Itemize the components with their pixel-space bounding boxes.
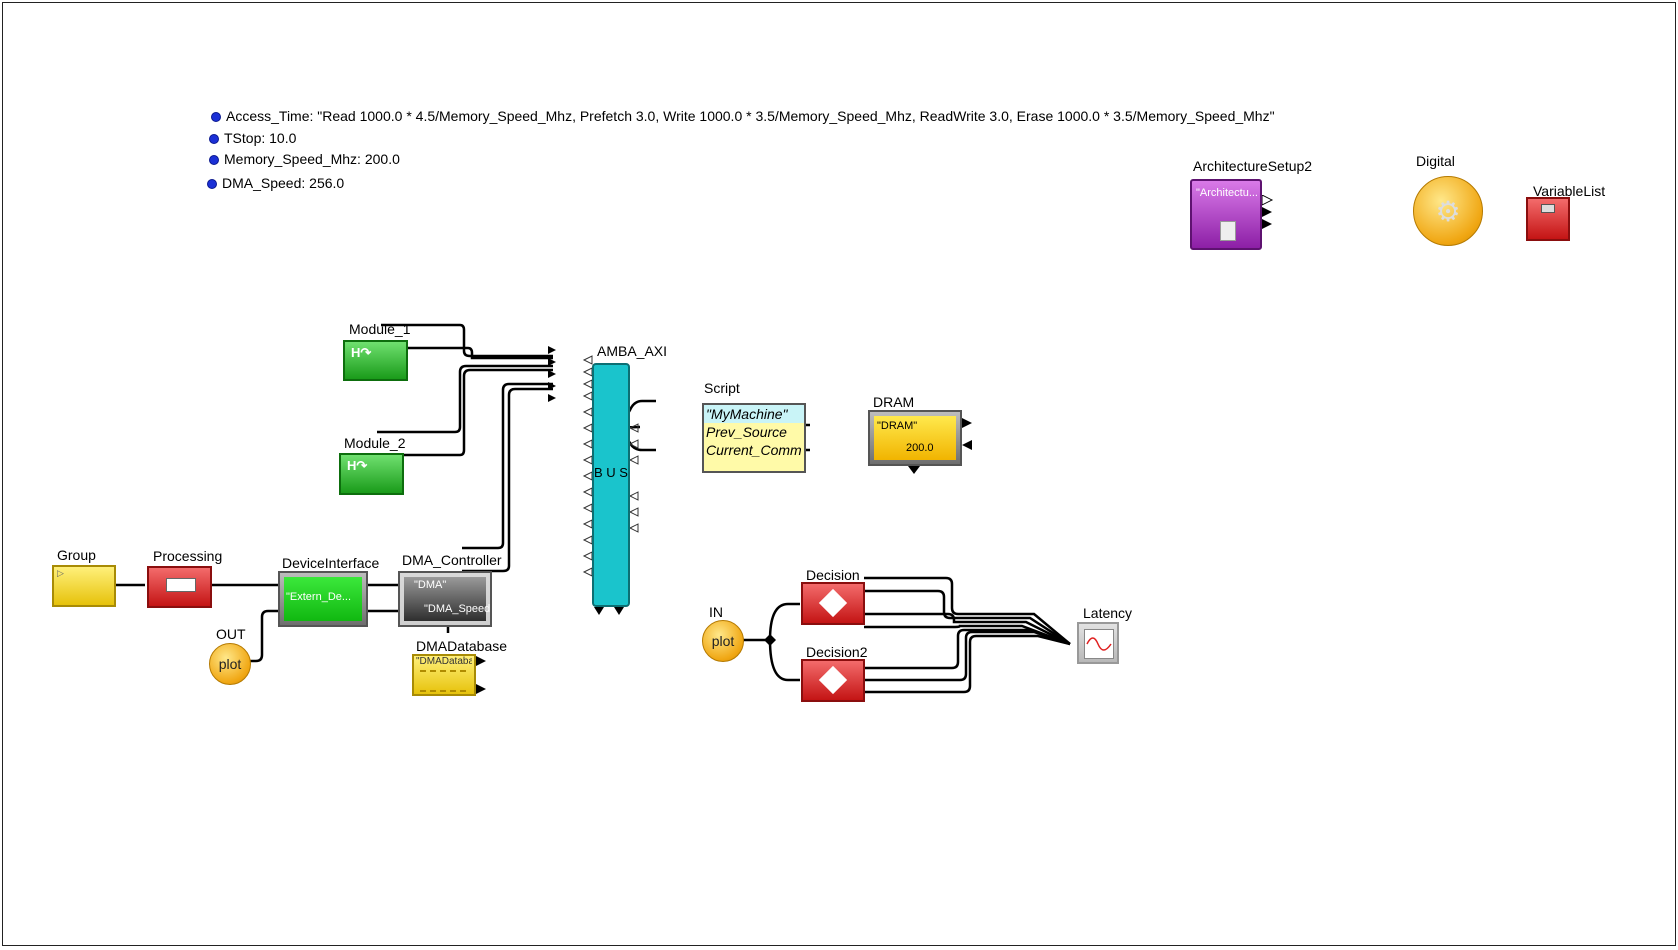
amba-axi-bus[interactable]: B U S <box>592 363 630 607</box>
decision-block[interactable] <box>801 582 865 625</box>
script-line-2: Current_Comm <box>706 442 802 458</box>
decision-title: Decision <box>806 567 860 583</box>
diagram-canvas[interactable]: Access_Time: "Read 1000.0 * 4.5/Memory_S… <box>0 0 1678 950</box>
module-1-icon: H↷ <box>351 345 372 360</box>
module-2-icon: H↷ <box>347 458 368 473</box>
dram-right-ports <box>962 418 972 450</box>
out-title: OUT <box>216 626 246 642</box>
module-1-title: Module_1 <box>349 321 411 337</box>
dram-title: DRAM <box>873 394 915 410</box>
decision2-diamond-icon <box>818 665 848 695</box>
dram-inner: "DRAM" 200.0 <box>874 416 956 460</box>
bus-bottom-ports <box>594 607 624 615</box>
in-plot-block[interactable]: plot <box>702 620 744 662</box>
dma-database-block[interactable]: "DMADataba... <box>412 654 476 696</box>
bus-label: B U S <box>594 465 628 480</box>
module-2-title: Module_2 <box>344 435 406 451</box>
device-interface-block[interactable]: "Extern_De... <box>278 571 368 627</box>
processing-title: Processing <box>153 548 223 564</box>
connection-wires <box>110 323 1071 694</box>
in-title: IN <box>709 604 723 620</box>
script-title: Script <box>704 380 740 396</box>
dma-database-ports <box>476 656 486 694</box>
dma-database-title: DMADatabase <box>416 638 508 654</box>
architecture-setup-title: ArchitectureSetup2 <box>1193 158 1313 174</box>
group-title: Group <box>57 547 96 563</box>
architecture-setup-value: "Architectu... <box>1196 187 1258 199</box>
decision2-title: Decision2 <box>806 644 868 660</box>
document-icon <box>1220 221 1236 241</box>
database-table-icon <box>420 670 466 692</box>
dma-controller-block[interactable]: "DMA" "DMA_Speed <box>398 571 492 627</box>
latency-block[interactable] <box>1077 622 1119 664</box>
dram-bottom-port <box>908 466 920 474</box>
dram-name: "DRAM" <box>877 420 918 432</box>
module-1-block[interactable]: H↷ <box>343 340 408 381</box>
dram-value: 200.0 <box>906 442 934 454</box>
out-plot-label: plot <box>218 656 242 672</box>
group-port-icon: ▷ <box>57 568 64 578</box>
module-2-block[interactable]: H↷ <box>339 453 404 495</box>
variable-list-block[interactable] <box>1526 197 1570 241</box>
script-block[interactable]: "MyMachine" Prev_Source Current_Comm <box>702 403 806 473</box>
sine-wave-icon <box>1086 637 1112 651</box>
latency-title: Latency <box>1083 605 1133 621</box>
dma-database-value: "DMADataba... <box>416 656 472 667</box>
architecture-setup-block[interactable]: "Architectu... <box>1190 179 1262 250</box>
digital-block[interactable]: ⚙ <box>1413 176 1483 246</box>
processing-block[interactable] <box>147 566 212 608</box>
digital-title: Digital <box>1416 153 1455 169</box>
latency-scope <box>1084 629 1114 659</box>
dma-controller-inner: "DMA" "DMA_Speed <box>404 577 490 621</box>
dma-controller-name: "DMA" <box>414 579 447 591</box>
device-interface-title: DeviceInterface <box>282 555 380 571</box>
dma-controller-speed: "DMA_Speed <box>424 603 491 615</box>
in-plot-label: plot <box>711 633 735 649</box>
variable-list-icon <box>1541 204 1555 213</box>
amba-axi-title: AMBA_AXI <box>597 343 668 359</box>
decision-diamond-icon <box>818 588 848 618</box>
device-interface-value: "Extern_De... <box>284 577 362 621</box>
gears-icon: ⚙ <box>1435 196 1461 227</box>
group-block[interactable]: ▷ <box>52 565 116 607</box>
architecture-setup-ports <box>1262 195 1274 229</box>
script-line-1: Prev_Source <box>706 424 787 440</box>
dram-block[interactable]: "DRAM" 200.0 <box>868 410 962 466</box>
out-plot-block[interactable]: plot <box>209 643 251 685</box>
processing-list-icon <box>166 578 196 592</box>
script-line-0: "MyMachine" <box>704 405 804 423</box>
decision2-block[interactable] <box>801 659 865 702</box>
dma-controller-title: DMA_Controller <box>402 552 502 568</box>
